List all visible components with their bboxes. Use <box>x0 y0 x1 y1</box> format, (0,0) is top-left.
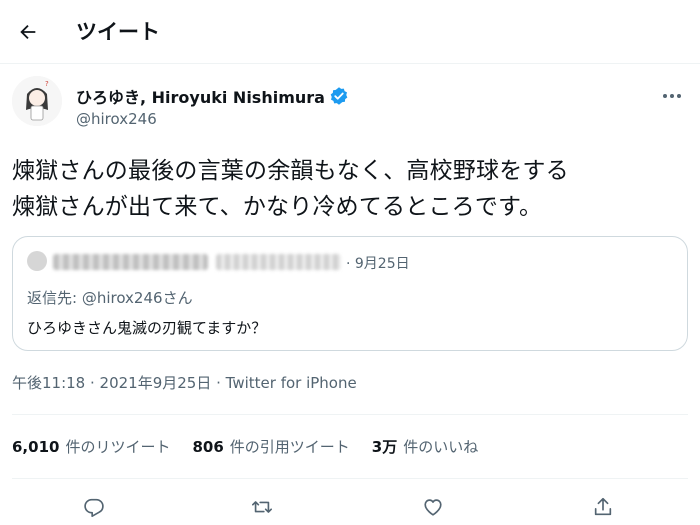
more-icon <box>662 93 682 99</box>
divider <box>12 414 688 415</box>
avatar[interactable]: ? <box>12 76 62 126</box>
divider <box>12 478 688 479</box>
reply-button[interactable] <box>77 490 111 524</box>
quoted-avatar <box>27 251 47 271</box>
quoted-author-handle-redacted <box>216 254 341 270</box>
like-icon <box>422 496 444 518</box>
tweet-author: ? ひろゆき, Hiroyuki Nishimura @hirox246 <box>12 72 688 142</box>
tweet-meta: 午後11:18 · 2021年9月25日 · Twitter for iPhon… <box>12 372 357 393</box>
quoted-text: ひろゆきさん鬼滅の刃観てますか？ <box>27 319 267 337</box>
like-button[interactable] <box>416 490 450 524</box>
retweet-icon <box>251 496 273 518</box>
reply-prefix: 返信先: <box>27 289 82 307</box>
tweet-text: 煉獄さんの最後の言葉の余韻もなく、高校野球をする 煉獄さんが出て来て、かなり冷め… <box>12 153 692 225</box>
quoted-reply-context: 返信先: @hirox246さん <box>27 287 193 308</box>
retweets-count: 6,010 <box>12 437 60 456</box>
page-title: ツイート <box>76 20 160 44</box>
retweets-label: 件のリツイート <box>65 437 171 456</box>
quoted-author-name-redacted <box>53 254 208 270</box>
quote-tweets-stat[interactable]: 806 件の引用ツイート <box>192 436 349 457</box>
author-display-name[interactable]: ひろゆき, Hiroyuki Nishimura <box>76 84 325 108</box>
more-button[interactable] <box>656 84 688 108</box>
retweets-stat[interactable]: 6,010 件のリツイート <box>12 436 170 457</box>
tweet-client[interactable]: Twitter for iPhone <box>226 374 357 392</box>
verified-badge-icon <box>329 86 349 106</box>
quoted-tweet[interactable]: · 9月25日 返信先: @hirox246さん ひろゆきさん鬼滅の刃観てますか… <box>12 236 688 351</box>
tweet-timestamp[interactable]: 午後11:18 · 2021年9月25日 · <box>12 374 226 392</box>
quoted-date: · 9月25日 <box>346 256 410 272</box>
back-button[interactable] <box>8 12 48 52</box>
tweet-text-line: 煉獄さんの最後の言葉の余韻もなく、高校野球をする <box>12 158 569 184</box>
quote-tweets-count: 806 <box>192 437 224 456</box>
share-icon <box>592 496 614 518</box>
svg-text:?: ? <box>45 80 49 88</box>
action-bar <box>0 488 700 524</box>
top-bar: ツイート <box>0 0 700 64</box>
reply-to-link[interactable]: @hirox246さん <box>82 289 193 307</box>
likes-stat[interactable]: 3万 件のいいね <box>372 436 478 457</box>
author-handle[interactable]: @hirox246 <box>76 110 157 128</box>
likes-count: 3万 <box>371 437 398 456</box>
arrow-left-icon <box>17 21 39 43</box>
tweet-text-line: 煉獄さんが出て来て、かなり冷めてるところです。 <box>12 194 543 220</box>
quote-tweets-label: 件の引用ツイート <box>229 437 350 456</box>
engagement-stats: 6,010 件のリツイート 806 件の引用ツイート 3万 件のいいね <box>12 430 500 462</box>
reply-icon <box>83 496 105 518</box>
likes-label: 件のいいね <box>403 437 479 456</box>
retweet-button[interactable] <box>245 490 279 524</box>
share-button[interactable] <box>586 490 620 524</box>
